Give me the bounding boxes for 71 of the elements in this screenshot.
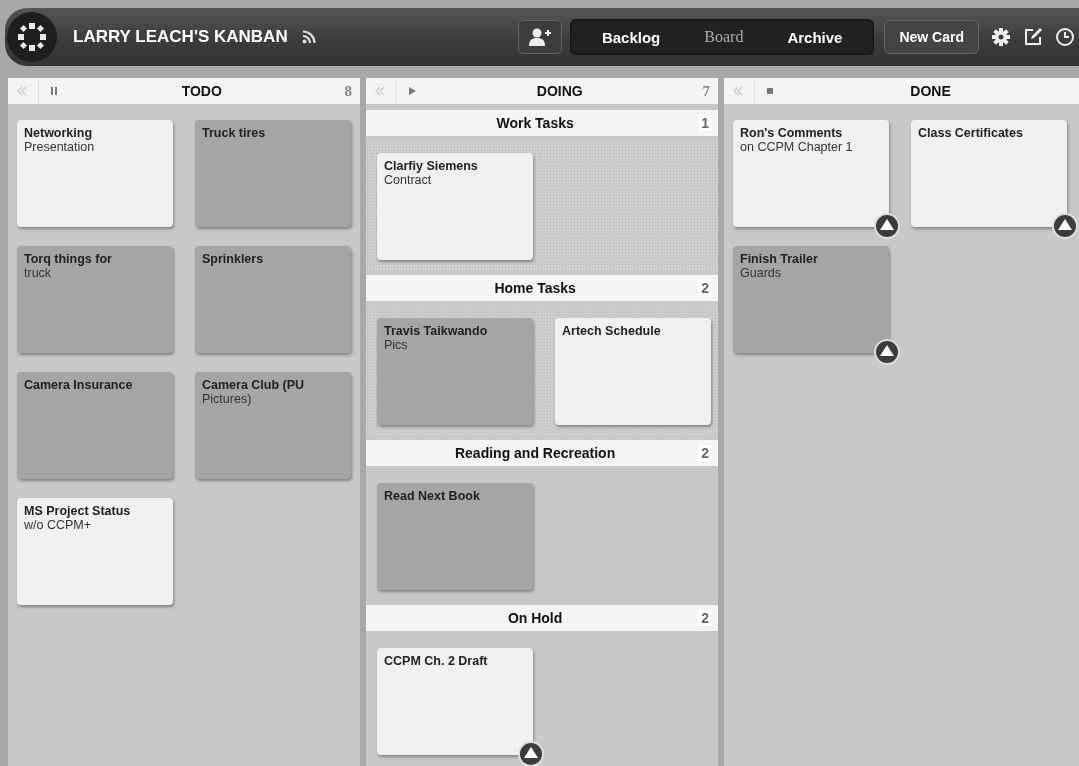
board-title: LARRY LEACH'S KANBAN xyxy=(73,27,288,47)
card-title: Finish Trailer xyxy=(740,252,819,266)
card-text: on CCPM Chapter 1 xyxy=(740,140,854,154)
lane-count: 2 xyxy=(698,280,712,296)
kanban-card[interactable]: Clarfiy Siemens Contract xyxy=(377,153,533,260)
nav-tab[interactable]: Archive xyxy=(765,19,865,55)
kanban-card[interactable]: MS Project Status w/o CCPM+ xyxy=(17,498,173,605)
lane-count: 2 xyxy=(698,445,712,461)
card-title: Sprinklers xyxy=(202,252,265,266)
kanban-card[interactable]: Sprinklers xyxy=(195,246,351,353)
card-title: Artech Schedule xyxy=(562,324,662,338)
lane-title: On Hold xyxy=(506,610,564,626)
card-title: CCPM Ch. 2 Draft xyxy=(384,654,489,668)
stop-icon[interactable] xyxy=(765,86,775,96)
lane-title: Work Tasks xyxy=(495,115,575,131)
lane-title: Reading and Recreation xyxy=(453,445,617,461)
kanban-card[interactable]: Camera Club (PU Pictures) xyxy=(195,372,351,479)
kanban-card[interactable]: Truck tires xyxy=(195,120,351,227)
kanban-card[interactable]: Read Next Book xyxy=(377,483,533,590)
card-count: 7 xyxy=(702,82,710,100)
card-title: Class Certificates xyxy=(918,126,1024,140)
kanban-card[interactable]: Torq things for truck xyxy=(17,246,173,353)
card-text: w/o CCPM+ xyxy=(24,518,93,532)
kanban-card[interactable]: Class Certificates xyxy=(911,120,1067,227)
column-title: DONE xyxy=(909,83,952,99)
clock-icon[interactable] xyxy=(1055,27,1075,47)
nav-tab[interactable]: Backlog xyxy=(579,19,683,55)
card-text: Contract xyxy=(384,173,433,187)
card-text: Guards xyxy=(740,266,782,280)
kanban-card[interactable]: Ron's Comments on CCPM Chapter 1 xyxy=(733,120,889,227)
lane-title: Home Tasks xyxy=(493,280,577,296)
rss-icon[interactable] xyxy=(301,30,316,44)
card-count: 8 xyxy=(344,82,352,100)
new-card-button[interactable]: New Card xyxy=(884,20,979,54)
lane-count: 2 xyxy=(698,610,712,626)
kanban-card[interactable]: Artech Schedule xyxy=(555,318,711,425)
kanban-card[interactable]: Networking Presentation xyxy=(17,120,173,227)
kanban-card[interactable]: CCPM Ch. 2 Draft xyxy=(377,648,533,755)
card-title: Clarfiy Siemens xyxy=(384,159,479,173)
card-title: Travis Taikwando xyxy=(384,324,489,338)
lane-count: 1 xyxy=(698,115,712,131)
card-title: Torq things for xyxy=(24,252,113,266)
card-title: MS Project Status xyxy=(24,504,132,518)
lane-header[interactable]: On Hold 2 xyxy=(366,605,718,631)
card-title: Camera Club (PU xyxy=(202,378,306,392)
column-title: DOING xyxy=(535,83,584,99)
card-text: Pictures) xyxy=(202,392,253,406)
nav-tab[interactable]: Board xyxy=(682,19,766,55)
settings-icon[interactable] xyxy=(991,27,1011,47)
card-title: Read Next Book xyxy=(384,489,481,503)
lane-header[interactable]: Work Tasks 1 xyxy=(366,110,718,136)
add-user-button[interactable] xyxy=(517,20,562,54)
logo-icon[interactable] xyxy=(7,12,57,62)
card-title: Networking xyxy=(24,126,94,140)
add-user-icon xyxy=(528,28,551,46)
kanban-card[interactable]: Camera Insurance xyxy=(17,372,173,479)
edit-icon[interactable] xyxy=(1023,27,1043,47)
kanban-card[interactable]: Travis Taikwando Pics xyxy=(377,318,533,425)
card-text: Pics xyxy=(384,338,409,352)
card-text: Presentation xyxy=(24,140,96,154)
card-title: Camera Insurance xyxy=(24,378,134,392)
card-title: Truck tires xyxy=(202,126,267,140)
card-title: Ron's Comments xyxy=(740,126,844,140)
play-icon[interactable] xyxy=(407,86,417,96)
pause-icon[interactable] xyxy=(49,86,59,96)
kanban-card[interactable]: Finish Trailer Guards xyxy=(733,246,889,353)
lane-header[interactable]: Reading and Recreation 2 xyxy=(366,440,718,466)
card-text: truck xyxy=(24,266,53,280)
lane-header[interactable]: Home Tasks 2 xyxy=(366,275,718,301)
up-arrow-icon[interactable] xyxy=(518,741,544,766)
column-title: TODO xyxy=(180,83,223,99)
